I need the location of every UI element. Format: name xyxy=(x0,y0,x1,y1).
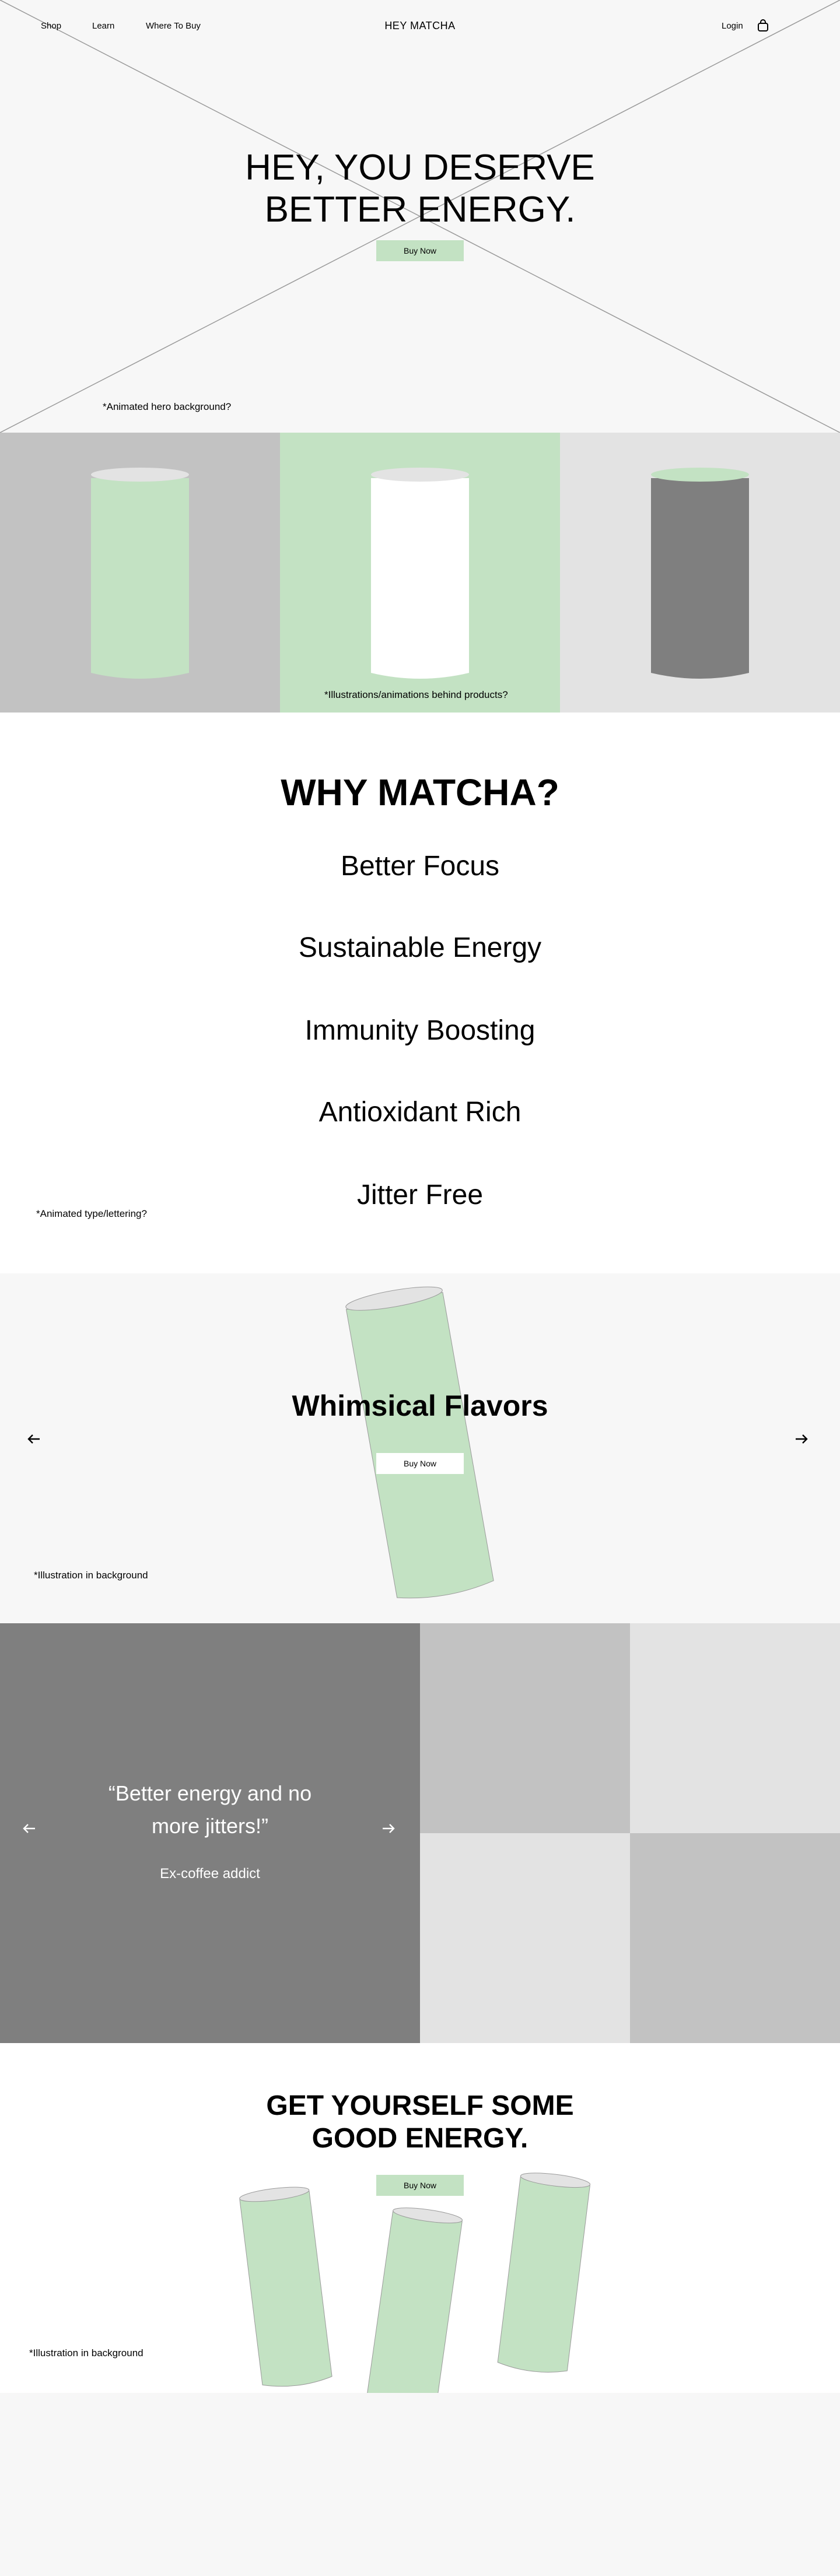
cta-section: GET YOURSELF SOME GOOD ENERGY. Buy Now *… xyxy=(0,2043,840,2393)
testimonial-panel: “Better energy and no more jitters!” Ex-… xyxy=(0,1623,420,2043)
flavors-buy-now-button[interactable]: Buy Now xyxy=(376,1453,464,1474)
hero-note: *Animated hero background? xyxy=(103,401,232,412)
testimonial-image-tile-4 xyxy=(630,1833,840,2043)
why-matcha-section: WHY MATCHA? Better Focus Sustainable Ene… xyxy=(0,713,840,1273)
product-panel-1[interactable] xyxy=(0,433,280,713)
brand-logo: HEY MATCHA xyxy=(0,20,840,32)
testimonial-image-tile-2 xyxy=(630,1623,840,1833)
arrow-right-icon[interactable] xyxy=(379,1819,398,1838)
why-note: *Animated type/lettering? xyxy=(36,1208,147,1219)
testimonial-author: Ex-coffee addict xyxy=(160,1866,260,1882)
testimonial-quote-line1: “Better energy and no xyxy=(108,1781,312,1805)
testimonial-image-tile-1 xyxy=(420,1623,630,1833)
why-item-antioxidant-rich: Antioxidant Rich xyxy=(318,1097,522,1128)
testimonial-quote-line2: more jitters!” xyxy=(151,1814,269,1838)
products-section: *Illustrations/animations behind product… xyxy=(0,433,840,713)
product-can-2 xyxy=(371,468,469,679)
why-title: WHY MATCHA? xyxy=(281,771,559,813)
cta-buy-now-button[interactable]: Buy Now xyxy=(376,2175,464,2196)
arrow-left-icon[interactable] xyxy=(20,1819,38,1838)
cta-title-line2: GOOD ENERGY. xyxy=(312,2123,528,2154)
hero-section: Shop Learn Where To Buy HEY MATCHA Login… xyxy=(0,0,840,433)
arrow-left-icon[interactable] xyxy=(24,1430,43,1448)
product-can-1 xyxy=(91,468,189,679)
login-link[interactable]: Login xyxy=(722,21,743,31)
cta-note: *Illustration in background xyxy=(29,2347,144,2359)
why-item-immunity-boosting: Immunity Boosting xyxy=(304,1015,536,1046)
why-item-jitter-free: Jitter Free xyxy=(356,1180,484,1210)
arrow-right-icon[interactable] xyxy=(792,1430,811,1448)
hero-title: HEY, YOU DESERVE BETTER ENERGY. xyxy=(0,147,840,231)
hero-buy-now-button[interactable]: Buy Now xyxy=(376,240,464,261)
top-nav: Shop Learn Where To Buy HEY MATCHA Login xyxy=(0,0,840,52)
testimonial-section: “Better energy and no more jitters!” Ex-… xyxy=(0,1623,840,2043)
footer xyxy=(0,2393,840,2576)
shopping-bag-icon[interactable] xyxy=(756,19,770,33)
hero-title-line1: HEY, YOU DESERVE xyxy=(245,148,595,188)
cta-title-line1: GET YOURSELF SOME xyxy=(266,2090,574,2121)
products-note: *Illustrations/animations behind product… xyxy=(324,689,508,700)
product-can-3 xyxy=(651,468,749,679)
flavors-section: Whimsical Flavors Buy Now *Illustration … xyxy=(0,1273,840,1623)
why-item-better-focus: Better Focus xyxy=(340,851,500,882)
hero-title-line2: BETTER ENERGY. xyxy=(264,189,576,230)
product-panel-2[interactable] xyxy=(280,433,560,713)
flavors-note: *Illustration in background xyxy=(34,1570,148,1581)
flavors-title: Whimsical Flavors xyxy=(292,1389,548,1422)
testimonial-quote: “Better energy and no more jitters!” xyxy=(0,1777,420,1842)
product-panel-3[interactable] xyxy=(560,433,840,713)
testimonial-image-tile-3 xyxy=(420,1833,630,2043)
cta-title: GET YOURSELF SOME GOOD ENERGY. xyxy=(0,2090,840,2155)
why-item-sustainable-energy: Sustainable Energy xyxy=(298,932,542,963)
brand-name[interactable]: HEY MATCHA xyxy=(384,20,455,31)
